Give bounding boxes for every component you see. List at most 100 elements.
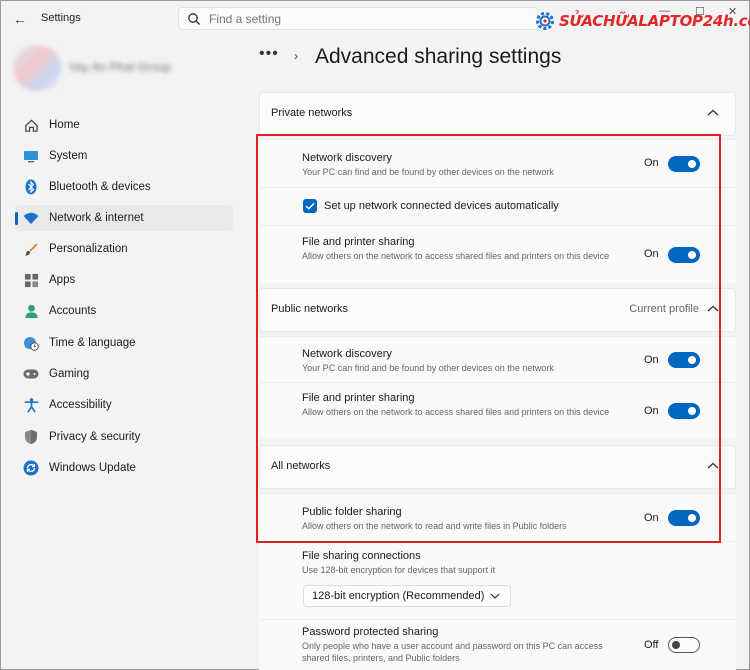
private-file-sharing-toggle[interactable] xyxy=(668,247,700,263)
dropdown-selected-value: 128-bit encryption (Recommended) xyxy=(312,590,485,602)
public-networks-header[interactable]: Public networks Current profile xyxy=(259,288,736,332)
sidebar-item-label: Privacy & security xyxy=(49,431,141,443)
chevron-down-icon xyxy=(490,593,500,599)
toggle-state-label: On xyxy=(644,405,659,417)
auto-setup-label: Set up network connected devices automat… xyxy=(324,200,559,212)
search-icon xyxy=(188,12,200,25)
toggle-state-label: On xyxy=(644,248,659,260)
search-input[interactable] xyxy=(209,11,509,26)
public-file-sharing-toggle[interactable] xyxy=(668,403,700,419)
sidebar-item-label: Home xyxy=(49,119,80,131)
private-file-sharing-row: File and printer sharing Allow others on… xyxy=(259,225,736,283)
person-icon xyxy=(23,303,39,319)
sidebar-item-time-language[interactable]: Time & language xyxy=(15,330,233,356)
setting-description: Use 128-bit encryption for devices that … xyxy=(302,565,496,575)
sidebar-item-label: Time & language xyxy=(49,337,136,349)
sidebar-item-label: Bluetooth & devices xyxy=(49,181,151,193)
sidebar-item-privacy[interactable]: Privacy & security xyxy=(15,424,233,450)
update-icon xyxy=(23,460,39,476)
sidebar-item-label: Accessibility xyxy=(49,399,112,411)
toggle-state-label: Off xyxy=(644,639,659,651)
accessibility-icon xyxy=(23,397,39,413)
public-file-sharing-row: File and printer sharing Allow others on… xyxy=(259,382,736,438)
all-networks-header[interactable]: All networks xyxy=(259,445,736,489)
sidebar-item-bluetooth[interactable]: Bluetooth & devices xyxy=(15,174,233,200)
globe-clock-icon xyxy=(23,335,39,351)
chevron-up-icon xyxy=(707,462,719,469)
search-box[interactable] xyxy=(178,7,538,30)
section-title: Public networks xyxy=(271,303,349,315)
gamepad-icon xyxy=(23,366,39,382)
section-title: All networks xyxy=(271,460,331,472)
chevron-up-icon xyxy=(707,305,719,312)
watermark-logo: SỬACHỮALAPTOP24h.com xyxy=(534,10,750,32)
bluetooth-icon xyxy=(23,179,39,195)
checkmark-icon xyxy=(305,202,315,210)
apps-icon xyxy=(23,272,39,288)
current-profile-badge: Current profile xyxy=(629,303,699,315)
auto-setup-row: Set up network connected devices automat… xyxy=(259,187,736,225)
toggle-state-label: On xyxy=(644,512,659,524)
toggle-state-label: On xyxy=(644,157,659,169)
setting-title: Public folder sharing xyxy=(302,506,402,518)
setting-description: Allow others on the network to read and … xyxy=(302,521,567,531)
watermark-brand: SỬACHỮALAPTOP24h.com xyxy=(559,12,750,30)
setting-title: Password protected sharing xyxy=(302,626,439,638)
profile-name: Vay An Phat Group xyxy=(69,60,171,74)
sidebar-item-system[interactable]: System xyxy=(15,143,233,169)
sidebar-item-label: Apps xyxy=(49,274,76,286)
setting-description: Only people who have a user account and … xyxy=(302,641,603,663)
active-indicator xyxy=(15,212,18,225)
sidebar-item-personalization[interactable]: Personalization xyxy=(15,236,233,262)
sidebar-item-label: Personalization xyxy=(49,243,128,255)
breadcrumb-separator: › xyxy=(294,49,298,63)
sidebar-item-label: System xyxy=(49,150,88,162)
toggle-state-label: On xyxy=(644,354,659,366)
setting-description: Your PC can find and be found by other d… xyxy=(302,363,554,373)
encryption-dropdown[interactable]: 128-bit encryption (Recommended) xyxy=(303,585,511,607)
setting-title: File and printer sharing xyxy=(302,392,415,404)
password-protected-sharing-toggle[interactable] xyxy=(668,637,700,653)
setting-title: File and printer sharing xyxy=(302,236,415,248)
public-network-discovery-row: Network discovery Your PC can find and b… xyxy=(259,336,736,382)
avatar[interactable] xyxy=(13,45,61,91)
sidebar-item-home[interactable]: Home xyxy=(15,112,233,138)
public-folder-sharing-toggle[interactable] xyxy=(668,510,700,526)
private-network-discovery-toggle[interactable] xyxy=(668,156,700,172)
file-sharing-connections-row: File sharing connections Use 128-bit enc… xyxy=(259,541,736,619)
sidebar-item-accessibility[interactable]: Accessibility xyxy=(15,392,233,418)
setting-title: File sharing connections xyxy=(302,550,421,562)
public-folder-sharing-row: Public folder sharing Allow others on th… xyxy=(259,493,736,541)
gear-logo-icon xyxy=(536,12,554,30)
sidebar-item-windows-update[interactable]: Windows Update xyxy=(15,455,233,481)
auto-setup-checkbox[interactable] xyxy=(303,199,317,213)
sidebar-item-label: Windows Update xyxy=(49,462,136,474)
sidebar-item-label: Network & internet xyxy=(49,212,144,224)
back-button[interactable]: ← xyxy=(9,9,31,29)
setting-description: Allow others on the network to access sh… xyxy=(302,407,610,417)
app-title: Settings xyxy=(41,12,81,24)
chevron-up-icon xyxy=(707,109,719,116)
setting-description: Your PC can find and be found by other d… xyxy=(302,167,554,177)
sidebar-item-accounts[interactable]: Accounts xyxy=(15,298,233,324)
home-icon xyxy=(23,117,39,133)
public-network-discovery-toggle[interactable] xyxy=(668,352,700,368)
wifi-icon xyxy=(23,210,39,226)
section-title: Private networks xyxy=(271,107,353,119)
breadcrumb-overflow-button[interactable]: ••• xyxy=(259,45,279,63)
back-arrow-icon: ← xyxy=(13,11,27,27)
sidebar-item-apps[interactable]: Apps xyxy=(15,267,233,293)
page-title: Advanced sharing settings xyxy=(315,45,562,68)
setting-title: Network discovery xyxy=(302,152,392,164)
private-network-discovery-row: Network discovery Your PC can find and b… xyxy=(259,139,736,187)
sidebar-item-network[interactable]: Network & internet xyxy=(15,205,233,231)
setting-title: Network discovery xyxy=(302,348,392,360)
sidebar-item-label: Accounts xyxy=(49,305,97,317)
monitor-icon xyxy=(23,148,39,164)
sidebar-item-label: Gaming xyxy=(49,368,90,380)
sidebar-item-gaming[interactable]: Gaming xyxy=(15,361,233,387)
shield-icon xyxy=(23,429,39,445)
private-networks-header[interactable]: Private networks xyxy=(259,92,736,136)
password-protected-sharing-row: Password protected sharing Only people w… xyxy=(259,619,736,670)
brush-icon xyxy=(23,241,39,257)
